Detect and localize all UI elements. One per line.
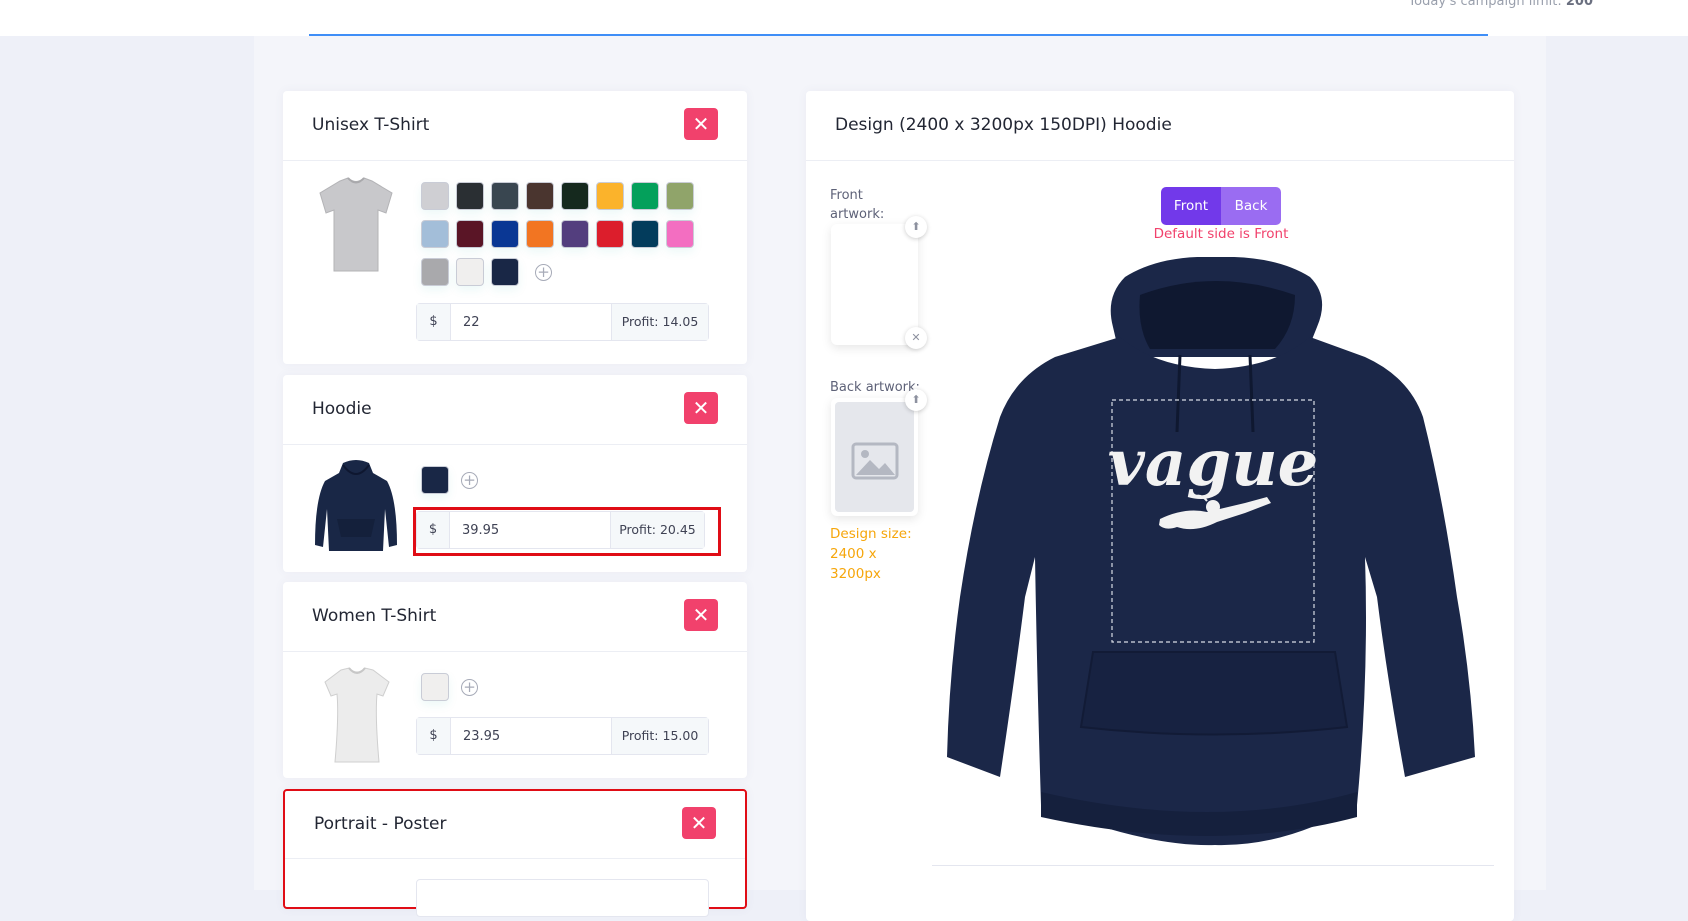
campaign-limit: Today's campaign limit: 200 <box>1408 0 1593 9</box>
color-swatch[interactable] <box>596 182 624 210</box>
front-artwork-dropzone[interactable] <box>831 224 918 345</box>
product-title: Hoodie <box>312 399 372 419</box>
card-header: Portrait - Poster ✕ <box>285 791 745 859</box>
remove-product-button[interactable]: ✕ <box>682 807 716 839</box>
color-swatch[interactable] <box>631 220 659 248</box>
campaign-limit-value: 200 <box>1565 0 1593 9</box>
price-input[interactable] <box>450 304 611 340</box>
upload-front-icon[interactable]: ⬆ <box>905 216 927 238</box>
color-swatch[interactable] <box>526 220 554 248</box>
design-size-line: 2400 x <box>830 546 877 562</box>
hoodie-image <box>313 459 399 559</box>
card-header: Unisex T-Shirt ✕ <box>283 91 747 161</box>
color-swatch[interactable] <box>421 673 449 701</box>
color-swatch[interactable] <box>421 220 449 248</box>
profit-label: Profit: 14.05 <box>610 304 708 340</box>
divider <box>932 865 1494 866</box>
color-swatch[interactable] <box>456 182 484 210</box>
side-toggle: Front Back <box>1161 187 1281 225</box>
hoodie-mockup: vague <box>945 256 1480 847</box>
color-swatch[interactable] <box>631 182 659 210</box>
color-swatch[interactable] <box>456 220 484 248</box>
image-placeholder-icon <box>835 402 914 512</box>
product-card-unisex-tshirt: Unisex T-Shirt ✕ + $ Profit: 14.05 <box>283 91 747 364</box>
price-input-group: $ Profit: 15.00 <box>416 717 709 755</box>
design-size-line: 3200px <box>830 566 881 582</box>
back-artwork-dropzone[interactable] <box>831 398 918 516</box>
price-input[interactable] <box>450 718 611 754</box>
highlight-box <box>413 507 721 556</box>
front-side-button[interactable]: Front <box>1161 187 1221 225</box>
color-swatch[interactable] <box>596 220 624 248</box>
color-swatch[interactable] <box>491 258 519 286</box>
women-tshirt-image <box>319 666 395 770</box>
color-swatch[interactable] <box>421 466 449 494</box>
color-swatch[interactable] <box>666 220 694 248</box>
product-title: Women T-Shirt <box>312 606 437 626</box>
top-bar: Today's campaign limit: 200 <box>0 0 1688 36</box>
product-card-portrait-poster: Portrait - Poster ✕ <box>283 789 747 917</box>
color-swatch[interactable] <box>421 258 449 286</box>
remove-product-button[interactable]: ✕ <box>684 599 718 631</box>
design-title: Design (2400 x 3200px 150DPI) Hoodie <box>835 115 1172 135</box>
product-title: Unisex T-Shirt <box>312 115 430 135</box>
artwork-text: vague <box>1108 426 1319 501</box>
tshirt-image <box>316 175 396 279</box>
profit-label: Profit: 15.00 <box>610 718 708 754</box>
product-title: Portrait - Poster <box>314 814 447 834</box>
remove-front-icon[interactable]: ✕ <box>905 327 927 349</box>
currency-prefix: $ <box>417 718 451 754</box>
price-input-group <box>416 879 709 917</box>
campaign-limit-label: Today's campaign limit: <box>1408 0 1562 9</box>
color-swatch[interactable] <box>666 182 694 210</box>
color-swatch[interactable] <box>561 182 589 210</box>
add-color-icon[interactable]: + <box>461 472 478 489</box>
card-header: Women T-Shirt ✕ <box>283 582 747 652</box>
remove-product-button[interactable]: ✕ <box>684 392 718 424</box>
add-color-icon[interactable]: + <box>461 679 478 696</box>
card-header: Hoodie ✕ <box>283 375 747 445</box>
design-size-line: Design size: <box>830 526 912 542</box>
remove-product-button[interactable]: ✕ <box>684 108 718 140</box>
add-color-icon[interactable]: + <box>535 264 552 281</box>
price-input-group: $ Profit: 14.05 <box>416 303 709 341</box>
card-header: Design (2400 x 3200px 150DPI) Hoodie <box>806 91 1514 161</box>
color-swatch[interactable] <box>491 182 519 210</box>
back-side-button[interactable]: Back <box>1221 187 1281 225</box>
color-swatch[interactable] <box>421 182 449 210</box>
color-swatch[interactable] <box>491 220 519 248</box>
front-artwork-label: Front artwork: <box>830 188 885 222</box>
currency-prefix: $ <box>417 304 451 340</box>
default-side-note: Default side is Front <box>1153 226 1289 242</box>
color-swatch[interactable] <box>526 182 554 210</box>
product-card-women-tshirt: Women T-Shirt ✕ + $ Profit: 15.00 <box>283 582 747 778</box>
color-swatch[interactable] <box>456 258 484 286</box>
design-size-note: Design size: 2400 x 3200px <box>830 524 912 584</box>
color-swatch[interactable] <box>561 220 589 248</box>
upload-back-icon[interactable]: ⬆ <box>905 389 927 411</box>
